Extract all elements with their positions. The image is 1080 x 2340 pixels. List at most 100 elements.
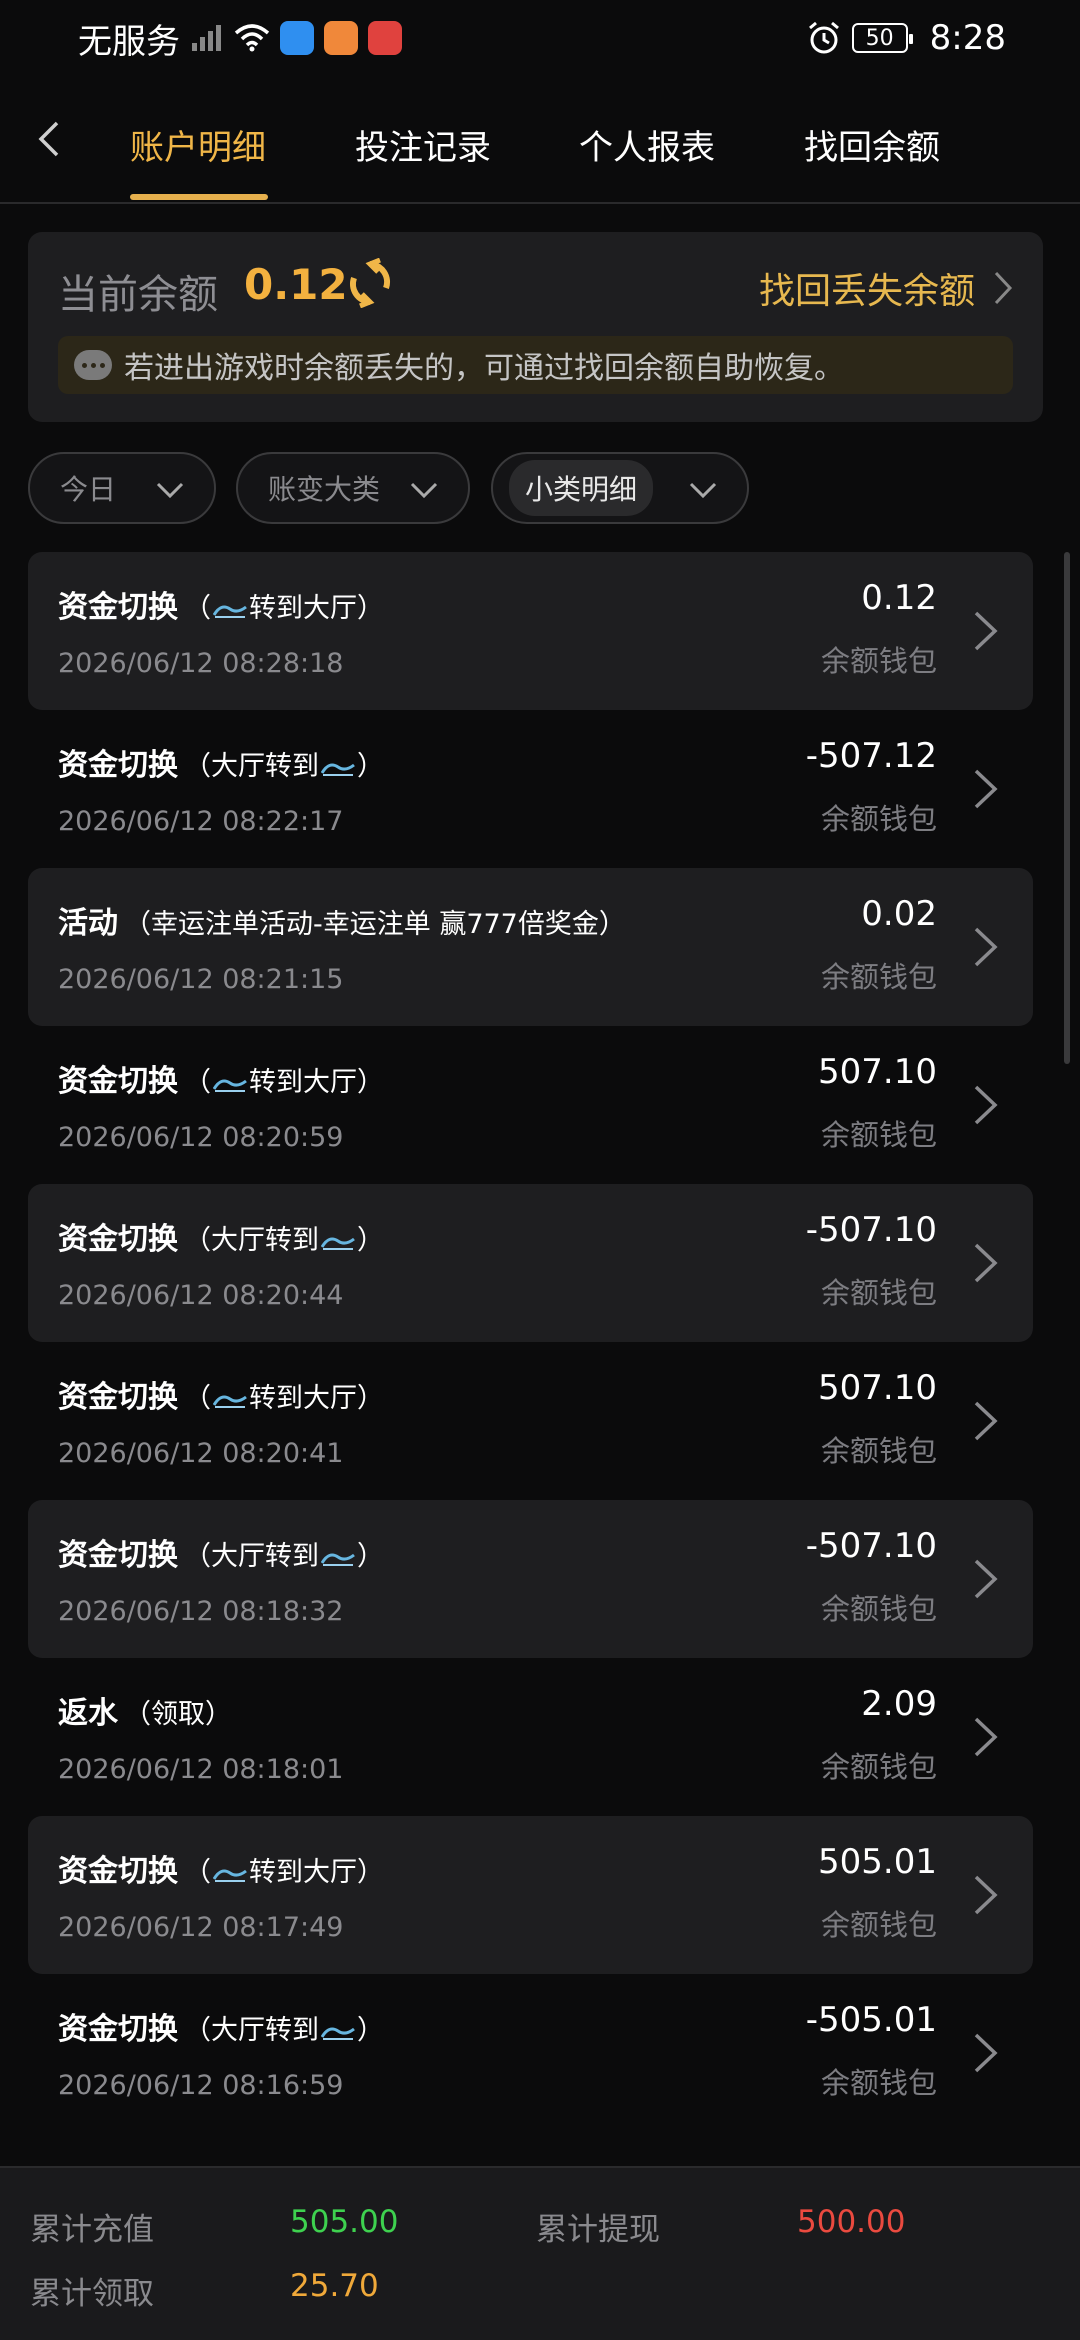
transaction-row[interactable]: 资金切换 （大厅转到 ） 2026/06/12 08:18:32 -507.10 余额钱包: [28, 1500, 1033, 1658]
transaction-title: 返水 （领取）: [58, 1688, 232, 1732]
transaction-wallet: 余额钱包: [820, 2066, 937, 2100]
transaction-time: 2026/06/12 08:20:44: [58, 1280, 344, 1311]
transaction-detail-prefix: （: [184, 1067, 211, 1098]
wave-logo-icon: [321, 763, 355, 776]
chevron-right-icon: [974, 1401, 998, 1441]
alarm-icon: [808, 21, 839, 54]
transaction-type: 资金切换: [58, 1538, 178, 1573]
transaction-type: 资金切换: [58, 1064, 178, 1099]
active-tab-indicator: [130, 194, 268, 200]
balance-card: 当前余额 0.12 找回丢失余额 若进出游戏时余额丢失的，可通过找回余额自助恢复…: [28, 232, 1043, 422]
transaction-detail-suffix: 转到大厅）: [249, 1067, 384, 1098]
transaction-row[interactable]: 资金切换（ 转到大厅） 2026/06/12 08:20:59 507.10 余额钱包: [28, 1026, 1033, 1184]
category-filter[interactable]: 账变大类: [236, 452, 470, 524]
signal-icon: [192, 25, 221, 51]
transaction-row[interactable]: 资金切换（ 转到大厅） 2026/06/12 08:17:49 505.01 余额钱包: [28, 1816, 1033, 1974]
chevron-right-icon: [974, 1243, 998, 1283]
wave-logo-icon: [213, 605, 247, 618]
transaction-row[interactable]: 资金切换（ 转到大厅） 2026/06/12 08:28:18 0.12 余额钱包: [28, 552, 1033, 710]
transaction-row[interactable]: 活动 （幸运注单活动-幸运注单 赢777倍奖金） 2026/06/12 08:21:…: [28, 868, 1033, 1026]
transaction-row[interactable]: 资金切换（ 转到大厅） 2026/06/12 08:20:41 507.10 余额钱包: [28, 1342, 1033, 1500]
transaction-detail-prefix: （: [184, 1383, 211, 1414]
transaction-detail-prefix: （大厅转到: [184, 1541, 319, 1572]
chevron-right-icon: [974, 1875, 998, 1915]
transaction-wallet: 余额钱包: [820, 802, 937, 836]
battery-indicator: 50: [851, 23, 913, 53]
recover-lost-balance-link[interactable]: 找回丢失余额: [759, 262, 1013, 314]
transaction-amount: -507.10: [805, 1526, 937, 1566]
chevron-down-icon: [410, 482, 438, 499]
transaction-title: 资金切换 （大厅转到 ）: [58, 740, 384, 784]
transaction-type: 资金切换: [58, 748, 178, 783]
balance-label: 当前余额: [58, 272, 218, 318]
transaction-amount: 0.02: [861, 894, 937, 934]
transaction-time: 2026/06/12 08:16:59: [58, 2070, 344, 2101]
transaction-detail: （大厅转到 ）: [184, 751, 384, 782]
carrier-text: 无服务: [78, 21, 180, 62]
tab-personal-report[interactable]: 个人报表: [579, 106, 715, 182]
transaction-time: 2026/06/12 08:18:32: [58, 1596, 344, 1627]
app-icon-blue: [280, 21, 314, 55]
withdraw-total-value: 500.00: [797, 2204, 906, 2240]
transaction-wallet: 余额钱包: [820, 960, 937, 994]
tab-recover-balance[interactable]: 找回余额: [804, 106, 940, 182]
wave-logo-icon: [321, 1237, 355, 1250]
claim-total-value: 25.70: [290, 2268, 379, 2304]
wave-logo-icon: [213, 1395, 247, 1408]
transaction-title: 资金切换 （大厅转到 ）: [58, 1530, 384, 1574]
chevron-right-icon: [974, 927, 998, 967]
transaction-wallet: 余额钱包: [820, 1592, 937, 1626]
transaction-row[interactable]: 资金切换 （大厅转到 ） 2026/06/12 08:16:59 -505.01 余额钱包: [28, 1974, 1033, 2132]
transaction-wallet: 余额钱包: [820, 644, 937, 678]
scrollbar[interactable]: [1064, 552, 1070, 1064]
transaction-detail: （大厅转到 ）: [184, 1541, 384, 1572]
clock: 8:28: [929, 18, 1006, 58]
transaction-amount: -507.10: [805, 1210, 937, 1250]
transaction-title: 资金切换（ 转到大厅）: [58, 1372, 384, 1416]
deposit-total-value: 505.00: [290, 2204, 399, 2240]
transaction-type: 资金切换: [58, 1380, 178, 1415]
chevron-right-icon: [974, 1717, 998, 1757]
transaction-row[interactable]: 资金切换 （大厅转到 ） 2026/06/12 08:20:44 -507.10 余额钱包: [28, 1184, 1033, 1342]
chevron-right-icon: [974, 2033, 998, 2073]
wave-logo-icon: [321, 1553, 355, 1566]
transaction-detail-prefix: （大厅转到: [184, 2015, 319, 2046]
transaction-title: 资金切换 （大厅转到 ）: [58, 1214, 384, 1258]
transaction-detail: （ 转到大厅）: [184, 1383, 384, 1414]
date-filter[interactable]: 今日: [28, 452, 216, 524]
transaction-detail-prefix: （大厅转到: [184, 1225, 319, 1256]
claim-total-label: 累计领取: [30, 2276, 154, 2312]
transaction-type: 资金切换: [58, 590, 178, 625]
transaction-amount: 507.10: [818, 1368, 937, 1408]
transaction-type: 资金切换: [58, 1854, 178, 1889]
transaction-detail-prefix: （: [184, 1857, 211, 1888]
tab-bet-records[interactable]: 投注记录: [355, 106, 491, 182]
transaction-wallet: 余额钱包: [820, 1434, 937, 1468]
deposit-total-label: 累计充值: [30, 2212, 154, 2248]
status-left: 无服务: [78, 14, 402, 63]
chevron-down-icon: [156, 482, 184, 499]
transaction-wallet: 余额钱包: [820, 1276, 937, 1310]
summary-footer: 累计充值 505.00 累计提现 500.00 累计领取 25.70: [0, 2166, 1080, 2340]
transaction-detail-prefix: （大厅转到: [184, 751, 319, 782]
transaction-row[interactable]: 返水 （领取） 2026/06/12 08:18:01 2.09 余额钱包: [28, 1658, 1033, 1816]
transaction-detail-prefix: （幸运注单活动-幸运注单 赢777倍奖金）: [124, 909, 626, 940]
app-icon-orange: [324, 21, 358, 55]
transaction-wallet: 余额钱包: [820, 1908, 937, 1942]
transaction-detail-suffix: ）: [357, 2015, 384, 2046]
transaction-amount: 507.10: [818, 1052, 937, 1092]
transaction-title: 资金切换（ 转到大厅）: [58, 1846, 384, 1890]
refresh-icon[interactable]: [346, 258, 394, 308]
subcategory-filter-label: 小类明细: [509, 460, 654, 516]
transaction-detail-suffix: ）: [357, 751, 384, 782]
transaction-amount: 505.01: [818, 1842, 937, 1882]
transaction-row[interactable]: 资金切换 （大厅转到 ） 2026/06/12 08:22:17 -507.12 余额钱包: [28, 710, 1033, 868]
wifi-icon: [234, 24, 270, 52]
subcategory-filter[interactable]: 小类明细: [491, 452, 749, 524]
chevron-right-icon: [974, 1559, 998, 1599]
notice-text: 若进出游戏时余额丢失的，可通过找回余额自助恢复。: [124, 351, 844, 386]
balance-notice: 若进出游戏时余额丢失的，可通过找回余额自助恢复。: [58, 336, 1013, 394]
back-button[interactable]: [28, 114, 68, 164]
transaction-time: 2026/06/12 08:17:49: [58, 1912, 344, 1943]
tab-account-detail[interactable]: 账户明细: [130, 106, 266, 182]
